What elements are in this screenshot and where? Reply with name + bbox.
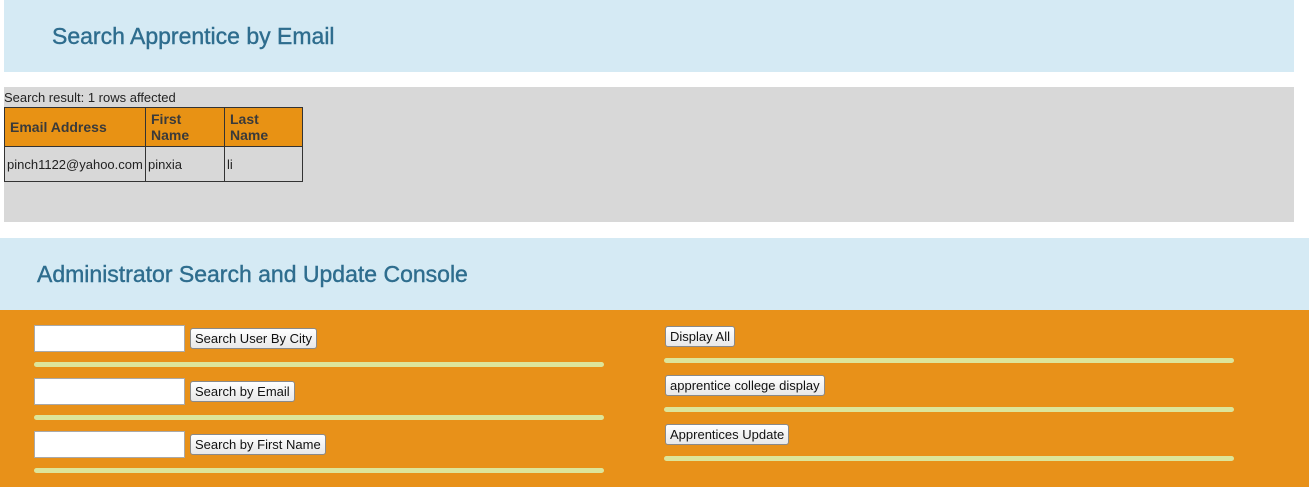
- college-display-row: apprentice college display: [665, 375, 825, 396]
- console-header: Administrator Search and Update Console: [0, 238, 1309, 310]
- first-name-input[interactable]: [34, 431, 185, 458]
- search-title: Search Apprentice by Email: [52, 22, 335, 49]
- cell-last-name: li: [224, 146, 303, 182]
- result-status-text: Search result: 1 rows affected: [4, 90, 176, 105]
- search-header: Search Apprentice by Email: [4, 0, 1294, 72]
- apprentice-college-display-button[interactable]: apprentice college display: [665, 375, 825, 396]
- table-row: pinch1122@yahoo.com pinxia li: [4, 146, 303, 182]
- separator: [664, 456, 1234, 461]
- cell-first-name: pinxia: [145, 146, 225, 182]
- separator: [34, 415, 604, 420]
- column-header-first-name: First Name: [145, 107, 225, 147]
- first-name-search-row: Search by First Name: [34, 431, 326, 458]
- separator: [664, 358, 1234, 363]
- table-header-row: Email Address First Name Last Name: [4, 107, 303, 147]
- cell-email: pinch1122@yahoo.com: [4, 146, 146, 182]
- search-by-city-button[interactable]: Search User By City: [190, 328, 318, 349]
- console-title: Administrator Search and Update Console: [37, 260, 468, 287]
- search-by-email-button[interactable]: Search by Email: [190, 381, 295, 402]
- email-search-row: Search by Email: [34, 378, 295, 405]
- result-table: Email Address First Name Last Name pinch…: [4, 107, 303, 182]
- display-all-row: Display All: [665, 326, 735, 347]
- search-by-first-name-button[interactable]: Search by First Name: [190, 434, 326, 455]
- column-header-last-name: Last Name: [224, 107, 303, 147]
- update-row: Apprentices Update: [665, 424, 790, 445]
- separator: [34, 362, 604, 367]
- email-input[interactable]: [34, 378, 185, 405]
- apprentices-update-button[interactable]: Apprentices Update: [665, 424, 790, 445]
- separator: [34, 468, 604, 473]
- search-result-panel: Search result: 1 rows affected Email Add…: [4, 87, 1294, 222]
- display-all-button[interactable]: Display All: [665, 326, 735, 347]
- column-header-email: Email Address: [4, 107, 146, 147]
- separator: [664, 407, 1234, 412]
- city-input[interactable]: [34, 325, 185, 352]
- city-search-row: Search User By City: [34, 325, 318, 352]
- admin-console: Search User By City Search by Email Sear…: [0, 310, 1309, 487]
